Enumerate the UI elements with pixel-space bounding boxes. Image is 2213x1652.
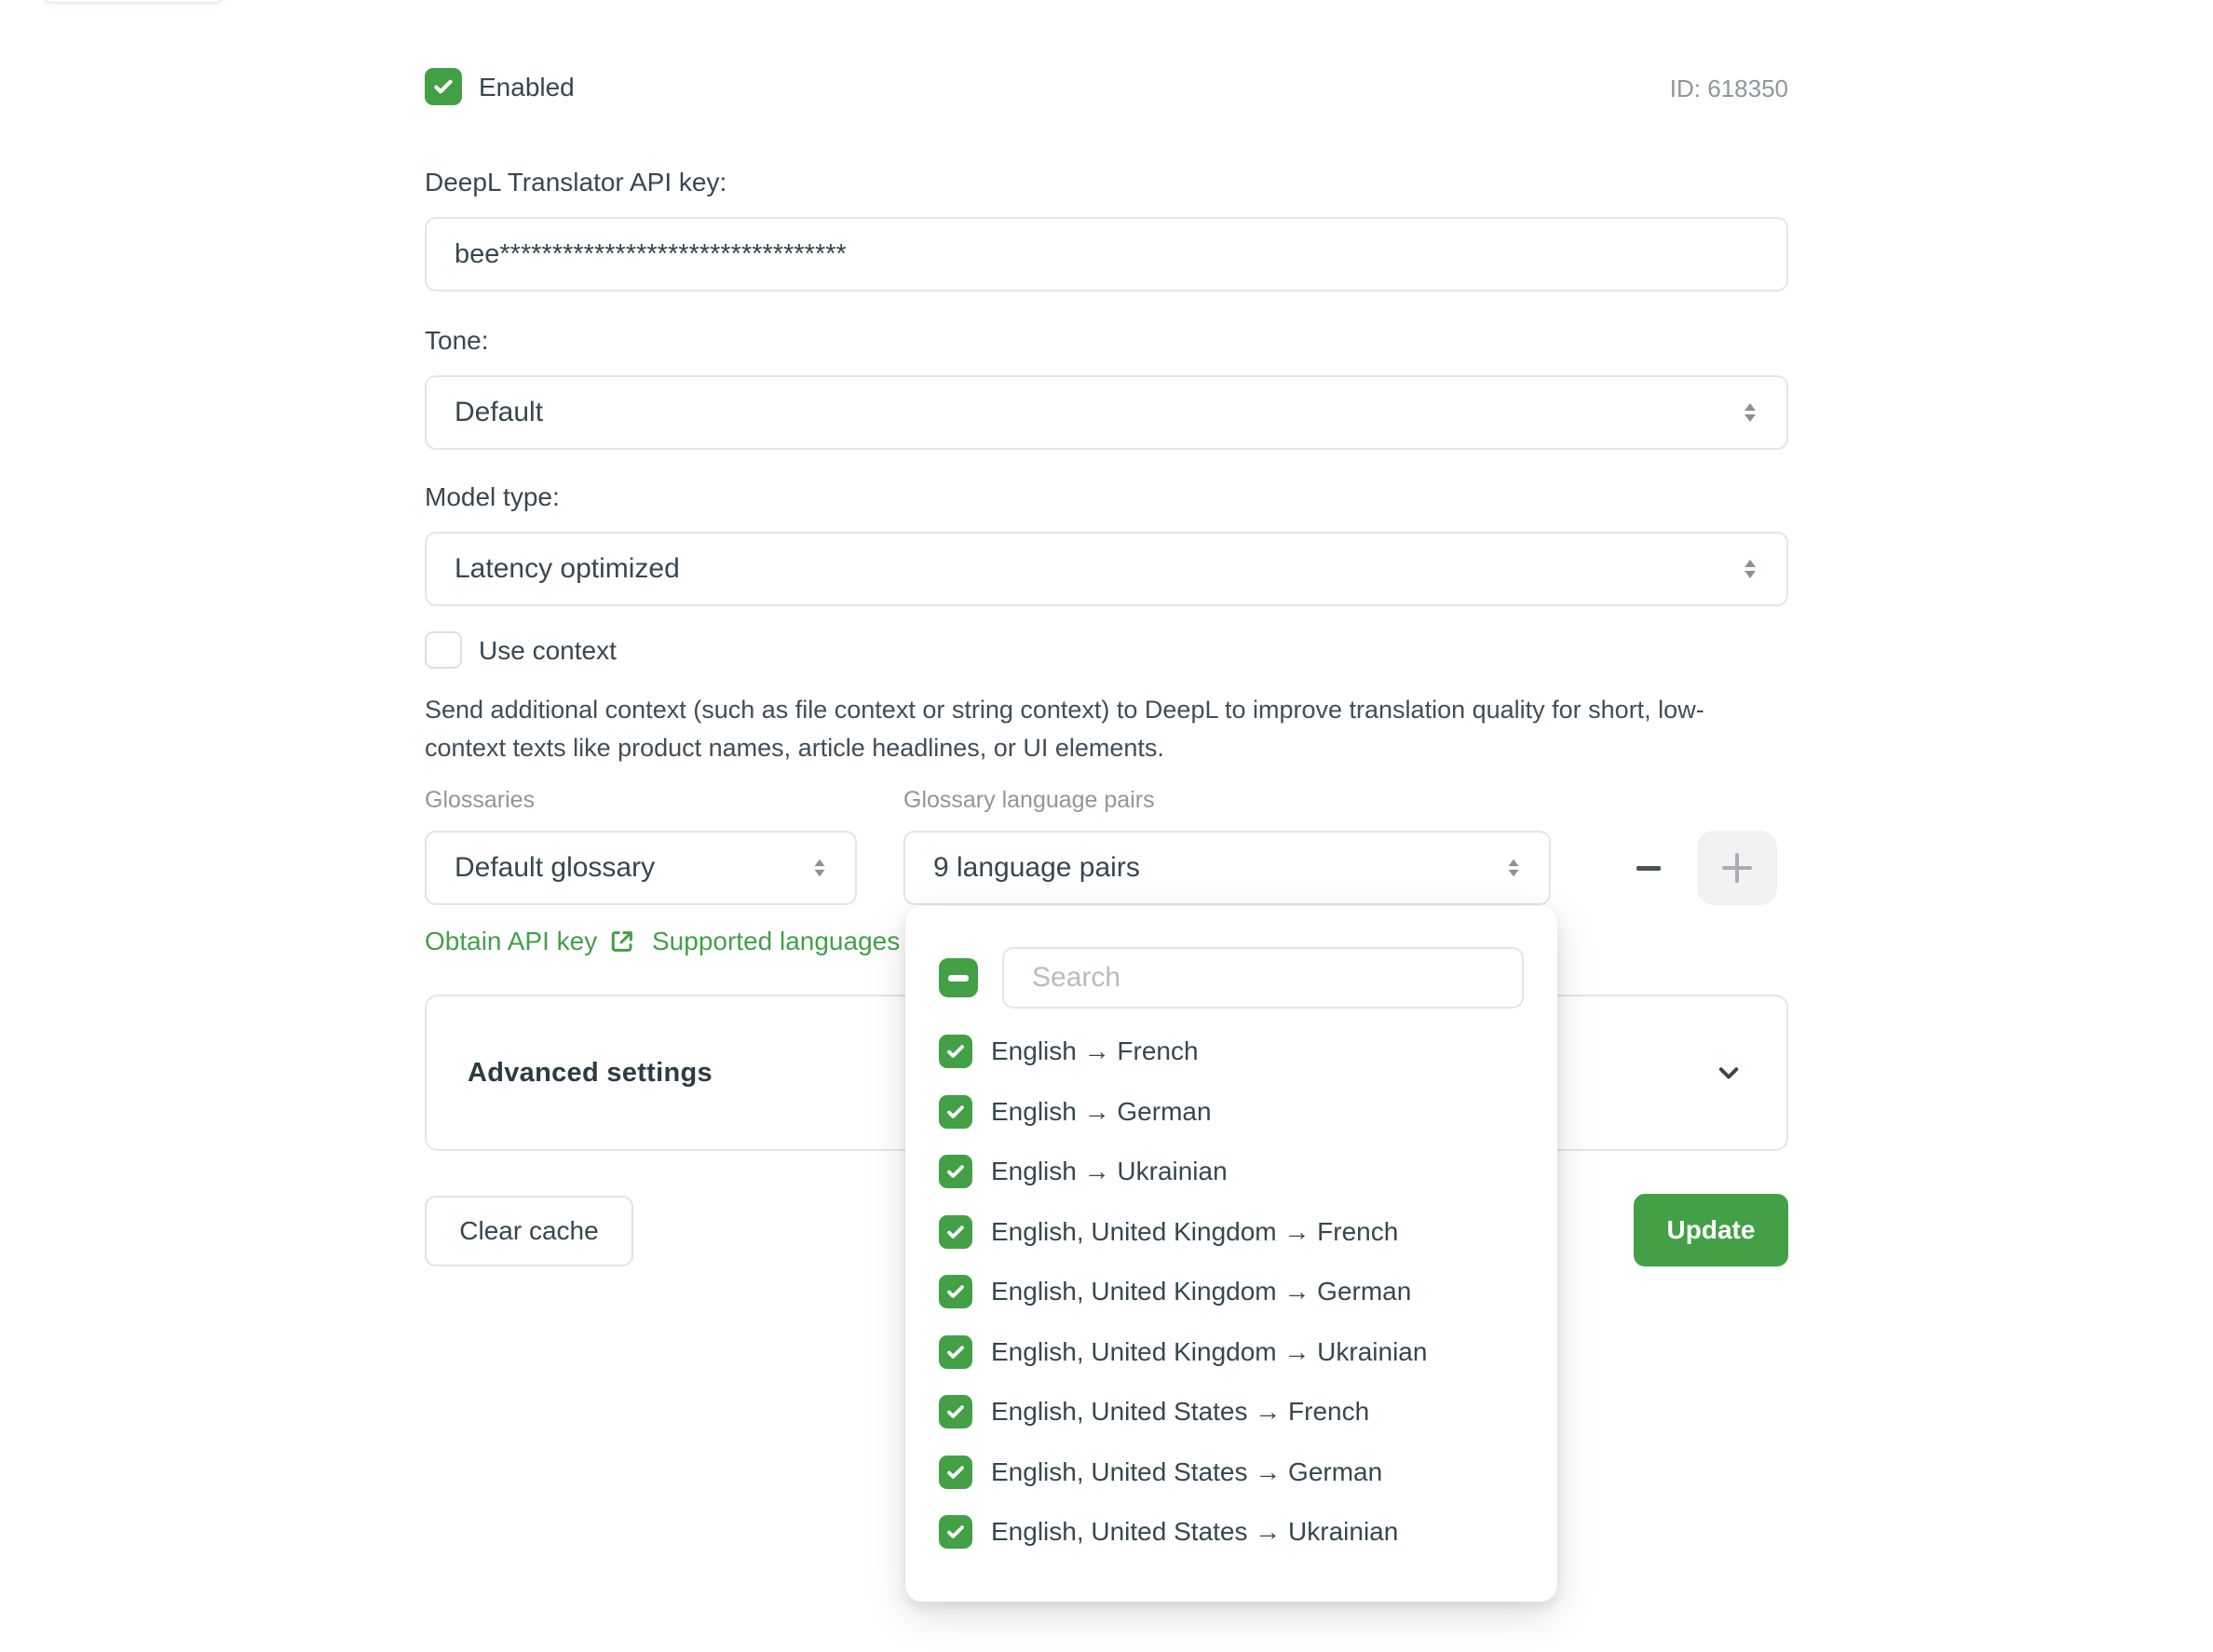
model-type-select[interactable]: Latency optimized <box>425 532 1788 606</box>
add-glossary-row-button[interactable] <box>1697 831 1777 905</box>
language-pair-label: English, United Kingdom → German <box>991 1277 1411 1307</box>
language-pair-option[interactable]: English, United States → German <box>939 1442 1524 1503</box>
glossaries-label: Glossaries <box>425 787 535 814</box>
offscreen-element-fragment <box>43 0 224 4</box>
select-stepper-icon <box>1502 857 1525 879</box>
clear-cache-button[interactable]: Clear cache <box>425 1196 633 1266</box>
checkbox-checked-icon[interactable] <box>939 1515 972 1549</box>
glossary-pairs-label: Glossary language pairs <box>903 787 1155 814</box>
supported-languages-label: Supported languages <box>652 927 900 956</box>
glossaries-select[interactable]: Default glossary <box>425 831 857 905</box>
model-type-select-value: Latency optimized <box>455 553 680 585</box>
language-pair-label: English → French <box>991 1036 1199 1066</box>
obtain-api-key-link[interactable]: Obtain API key <box>425 927 636 956</box>
checkbox-checked-icon[interactable] <box>939 1395 972 1429</box>
checkmark-icon <box>944 1280 967 1303</box>
advanced-settings-label: Advanced settings <box>468 1058 713 1089</box>
checkmark-icon <box>944 1521 967 1543</box>
model-type-label: Model type: <box>425 482 560 512</box>
select-stepper-icon <box>1738 400 1762 425</box>
glossary-pairs-select[interactable]: 9 language pairs <box>903 831 1551 905</box>
checkbox-checked-icon[interactable] <box>939 1335 972 1369</box>
checkbox-checked-icon[interactable] <box>939 1035 972 1068</box>
tone-label: Tone: <box>425 326 489 356</box>
glossaries-select-value: Default glossary <box>455 852 655 884</box>
checkmark-icon <box>944 1401 967 1423</box>
plus-icon <box>1717 847 1758 888</box>
language-pair-option[interactable]: English, United States → Ukrainian <box>939 1502 1524 1563</box>
tone-select-value: Default <box>455 397 543 428</box>
enabled-checkbox[interactable] <box>425 68 462 105</box>
deepl-settings-form: Enabled ID: 618350 DeepL Translator API … <box>0 0 2213 1652</box>
language-pair-option[interactable]: English, United States → French <box>939 1382 1524 1442</box>
update-button[interactable]: Update <box>1634 1194 1788 1266</box>
checkbox-checked-icon[interactable] <box>939 1095 972 1129</box>
api-key-input[interactable] <box>425 217 1788 291</box>
obtain-api-key-label: Obtain API key <box>425 927 597 956</box>
language-pairs-list: English → French English → German <box>939 1022 1524 1563</box>
minus-icon <box>1636 866 1661 871</box>
select-stepper-icon <box>808 857 831 879</box>
checkbox-checked-icon[interactable] <box>939 1456 972 1489</box>
api-key-label: DeepL Translator API key: <box>425 168 726 197</box>
checkmark-icon <box>944 1461 967 1483</box>
language-pair-option[interactable]: English → German <box>939 1082 1524 1143</box>
checkmark-icon <box>431 74 455 99</box>
external-link-icon <box>608 928 636 955</box>
chevron-down-icon <box>1712 1056 1745 1090</box>
select-stepper-icon <box>1738 557 1762 581</box>
checkmark-icon <box>944 1040 967 1063</box>
language-pair-option[interactable]: English, United Kingdom → French <box>939 1202 1524 1263</box>
checkbox-checked-icon[interactable] <box>939 1275 972 1308</box>
checkbox-checked-icon[interactable] <box>939 1215 972 1249</box>
language-pairs-dropdown: English → French English → German <box>905 906 1557 1602</box>
use-context-checkbox[interactable] <box>425 631 462 669</box>
language-pair-option[interactable]: English, United Kingdom → Ukrainian <box>939 1322 1524 1383</box>
enabled-label: Enabled <box>479 73 575 102</box>
checkmark-icon <box>944 1160 967 1183</box>
language-pair-label: English, United Kingdom → Ukrainian <box>991 1337 1427 1367</box>
checkmark-icon <box>944 1221 967 1243</box>
language-pair-option[interactable]: English → French <box>939 1022 1524 1082</box>
language-pair-label: English, United States → German <box>991 1457 1382 1487</box>
language-pair-option[interactable]: English → Ukrainian <box>939 1142 1524 1202</box>
language-pair-label: English, United Kingdom → French <box>991 1217 1398 1247</box>
use-context-description: Send additional context (such as file co… <box>425 691 1757 767</box>
language-pair-label: English → German <box>991 1097 1212 1127</box>
checkmark-icon <box>944 1341 967 1363</box>
checkmark-icon <box>944 1101 967 1123</box>
supported-languages-link[interactable]: Supported languages <box>652 927 900 956</box>
integration-id: ID: 618350 <box>1670 74 1788 103</box>
language-pair-option[interactable]: English, United Kingdom → German <box>939 1262 1524 1322</box>
checkbox-checked-icon[interactable] <box>939 1155 972 1188</box>
tone-select[interactable]: Default <box>425 375 1788 450</box>
select-all-checkbox[interactable] <box>939 958 978 997</box>
use-context-label: Use context <box>479 636 617 666</box>
indeterminate-icon <box>948 975 969 982</box>
glossary-pairs-select-value: 9 language pairs <box>933 852 1140 884</box>
language-pair-label: English → Ukrainian <box>991 1157 1228 1186</box>
remove-glossary-row-button[interactable] <box>1626 831 1671 905</box>
language-pair-label: English, United States → French <box>991 1397 1369 1427</box>
language-pair-label: English, United States → Ukrainian <box>991 1517 1398 1547</box>
dropdown-search-input[interactable] <box>1002 947 1524 1009</box>
